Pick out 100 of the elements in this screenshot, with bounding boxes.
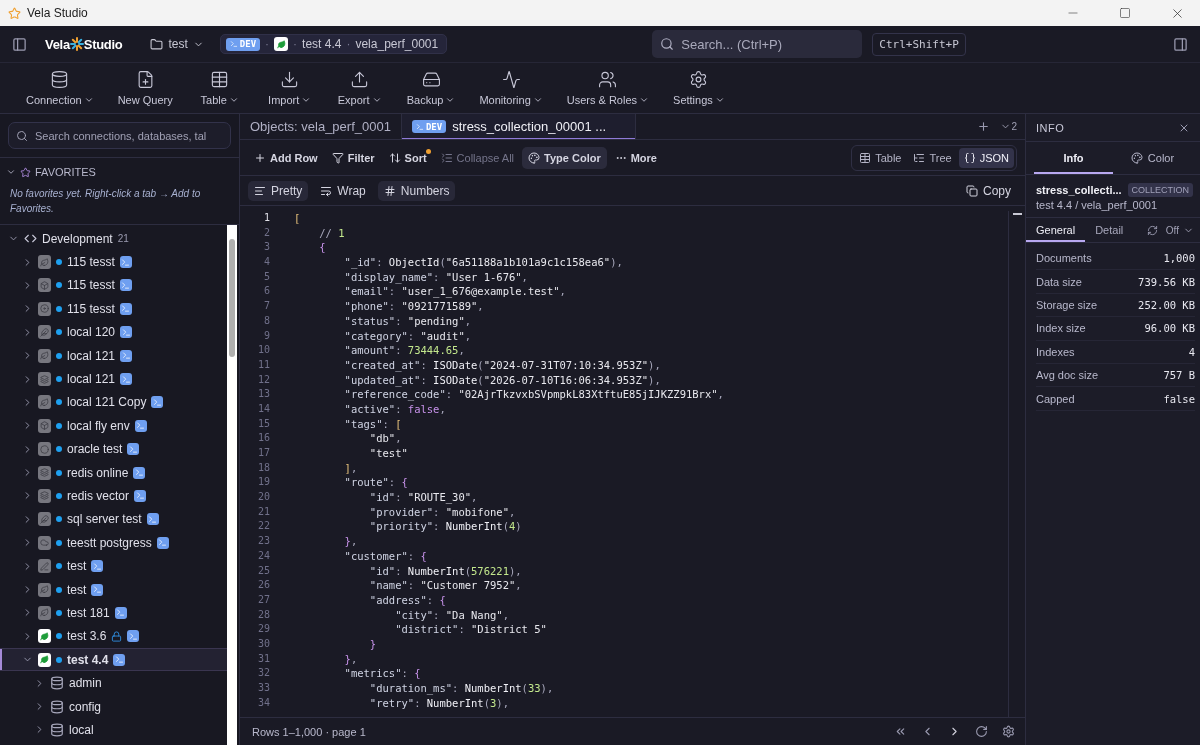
terminal-icon[interactable] <box>119 256 132 269</box>
group-header[interactable]: Development 21 <box>0 227 227 251</box>
terminal-icon[interactable] <box>127 630 140 643</box>
terminal-icon[interactable] <box>156 536 169 549</box>
empty-favorites-text: No favorites yet. Right-click a tab → Add to Favorites. <box>0 182 239 225</box>
connection-name: local 120 <box>67 325 116 340</box>
stat-value: 4 <box>1188 345 1195 358</box>
auto-refresh-dropdown[interactable]: Off <box>1159 218 1200 242</box>
connection-item[interactable]: test 4.4 <box>0 648 227 672</box>
detail-tab[interactable]: General <box>1026 218 1086 242</box>
toolbar-button[interactable]: Export <box>324 70 395 106</box>
connection-item[interactable]: test <box>0 577 227 602</box>
toolbar-button[interactable]: Import <box>254 70 325 106</box>
connection-name: redis vector <box>67 489 130 503</box>
status-dot <box>56 656 62 663</box>
connection-item[interactable]: 115 tesst <box>0 273 227 298</box>
sort-button[interactable]: Sort <box>382 146 433 169</box>
toolbar-button[interactable]: Settings <box>661 70 737 106</box>
terminal-icon[interactable] <box>134 419 147 432</box>
connection-item[interactable]: redis online <box>0 460 227 485</box>
code-line: "id": "ROUTE_30", <box>368 490 478 505</box>
line-number: 20 <box>257 490 270 505</box>
database-item[interactable]: admin <box>0 671 227 695</box>
terminal-icon[interactable] <box>120 373 133 386</box>
connection-item[interactable]: test <box>0 554 227 578</box>
info-tab[interactable]: Color <box>1113 142 1192 174</box>
format-toggle[interactable]: Pretty <box>248 180 309 201</box>
type-color-button[interactable]: Type Color <box>522 146 607 169</box>
database-icon <box>50 699 64 714</box>
workspace-selector[interactable]: test <box>144 36 210 52</box>
database-name: vela_perf_0001 <box>355 37 439 51</box>
code-line: "provider": "mobifone", <box>368 504 516 520</box>
more-button[interactable]: More <box>608 146 663 169</box>
toolbar-button[interactable]: Table <box>184 70 255 106</box>
view-mode-button[interactable]: Tree <box>908 147 957 168</box>
connection-item[interactable]: teestt postgress <box>0 531 227 555</box>
status-dot <box>56 282 62 289</box>
toolbar-button[interactable]: Connection <box>14 70 106 106</box>
code-line: { <box>318 240 326 256</box>
status-dot <box>56 259 62 266</box>
view-mode-button[interactable]: Table <box>854 147 907 168</box>
terminal-icon[interactable] <box>91 560 104 573</box>
terminal-icon[interactable] <box>114 606 127 619</box>
connection-item[interactable]: redis vector <box>0 484 227 508</box>
terminal-icon[interactable] <box>151 396 164 409</box>
connection-item[interactable]: local 121 <box>0 367 227 391</box>
toolbar-button[interactable]: Users & Roles <box>554 70 662 106</box>
toolbar-button[interactable]: New Query <box>105 70 185 106</box>
status-dot <box>56 422 62 429</box>
connection-item[interactable]: local fly env <box>0 414 227 438</box>
toolbar-button[interactable]: Monitoring <box>467 70 555 106</box>
add-row-button[interactable]: Add Row <box>248 146 324 169</box>
connection-item[interactable]: test 3.6 <box>0 624 227 649</box>
app-logo-icon <box>8 6 21 20</box>
connection-item[interactable]: local 120 <box>0 320 227 344</box>
connection-item[interactable]: 115 tesst <box>0 250 227 274</box>
terminal-icon[interactable] <box>146 513 159 526</box>
connection-item[interactable]: local 121 <box>0 343 227 368</box>
connection-item[interactable]: sql server test <box>0 507 227 532</box>
search-field[interactable]: Search... (Ctrl+P) <box>652 30 863 58</box>
settings-button[interactable] <box>1000 723 1017 740</box>
format-toggle[interactable]: Wrap <box>314 180 372 201</box>
sidebar-search-field[interactable]: Search connections, databases, tal <box>8 122 231 149</box>
copy-button[interactable]: Copy <box>960 180 1017 201</box>
connection-item[interactable]: test 181 <box>0 601 227 625</box>
detail-tab[interactable]: Detail <box>1085 218 1134 242</box>
terminal-icon[interactable] <box>91 583 104 596</box>
connection-name: local 121 Copy <box>67 395 147 410</box>
code-line: "retry": NumberInt(3), <box>368 695 509 711</box>
connection-item[interactable]: oracle test <box>0 437 227 461</box>
scrollbar[interactable] <box>227 225 237 745</box>
connection-item[interactable]: local 121 Copy <box>0 390 227 415</box>
terminal-icon[interactable] <box>120 349 133 362</box>
terminal-icon[interactable] <box>134 490 147 502</box>
editor-tab[interactable]: Objects: vela_perf_0001 <box>240 114 402 139</box>
toolbar-button[interactable]: Backup <box>394 70 468 106</box>
tab-list-button[interactable]: 2 <box>1000 121 1017 132</box>
format-toggle[interactable]: Numbers <box>377 180 456 201</box>
terminal-icon[interactable] <box>119 279 132 292</box>
view-mode-button[interactable]: JSON <box>958 147 1014 168</box>
database-item[interactable]: local <box>0 718 227 742</box>
terminal-icon[interactable] <box>119 302 132 315</box>
connection-item[interactable]: 115 tesst <box>0 297 227 321</box>
terminal-icon[interactable] <box>127 443 140 456</box>
database-item[interactable]: config <box>0 694 227 719</box>
collection-name: stress_collecti... <box>1036 184 1122 196</box>
terminal-icon[interactable] <box>120 326 133 339</box>
database-icon <box>50 70 70 89</box>
refresh-button[interactable] <box>973 723 990 740</box>
status-dot <box>56 563 62 570</box>
favorites-header[interactable]: FAVORITES <box>0 157 239 182</box>
code-line: "tags": [ <box>343 416 402 432</box>
status-dot <box>56 446 62 453</box>
info-tab[interactable]: Info <box>1034 142 1113 174</box>
editor-tab[interactable]: DEV stress_collection_00001 ... <box>401 114 636 139</box>
terminal-icon[interactable] <box>133 466 146 479</box>
line-number: 28 <box>257 607 270 622</box>
rows-status: Rows 1–1,000 · page 1 <box>252 725 366 738</box>
terminal-icon[interactable] <box>113 653 126 666</box>
filter-button[interactable]: Filter <box>325 146 381 169</box>
